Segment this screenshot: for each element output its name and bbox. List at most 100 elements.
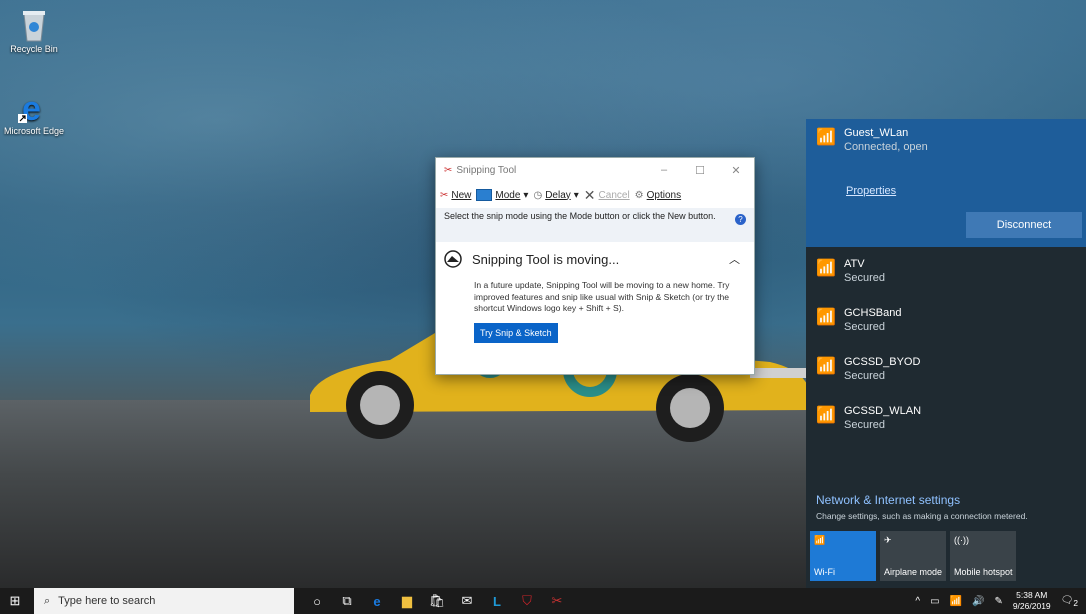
mode-label: Mode — [495, 189, 521, 201]
network-status: Connected, open — [844, 141, 928, 153]
mode-button[interactable]: Mode ▾ — [476, 189, 528, 201]
taskbar-apps: ○ ⧉ e ▆ 🛍 ✉ L ⛉ ✂ — [302, 588, 572, 614]
scissors-icon: ✂ — [444, 164, 453, 176]
network-name: GCSSD_BYOD — [844, 356, 921, 368]
network-settings-link[interactable]: Network & Internet settings — [816, 493, 960, 507]
network-item[interactable]: 📶 ATV Secured — [806, 247, 1086, 296]
clock-date: 9/26/2019 — [1012, 601, 1051, 611]
network-name: Guest_WLan — [844, 127, 909, 139]
properties-link[interactable]: Properties — [846, 185, 896, 197]
help-icon[interactable]: ? — [735, 214, 746, 225]
moving-notice: Snipping Tool is moving... ︿ In a future… — [436, 242, 754, 343]
network-list: 📶 ATV Secured 📶 GCHSBand Secured 📶 GCSSD… — [806, 247, 1086, 443]
network-status: Secured — [844, 272, 885, 284]
wifi-icon: 📶 — [816, 260, 836, 277]
search-icon: ⌕ — [44, 594, 51, 607]
network-status: Secured — [844, 419, 885, 431]
desktop: Recycle Bin e Microsoft Edge ✂ Snipping … — [0, 0, 1086, 588]
snip-sketch-icon — [444, 250, 462, 268]
airplane-icon: ✈ — [884, 535, 892, 545]
clock-icon: ◷ — [533, 189, 543, 201]
toolbar: ✂ New Mode ▾ ◷ Delay ▾ ✕ Cancel ⚙ Option… — [436, 182, 754, 208]
network-name: GCHSBand — [844, 307, 902, 319]
delay-button[interactable]: ◷ Delay ▾ — [533, 190, 578, 201]
wifi-icon: 📶 — [816, 407, 836, 424]
wifi-tile[interactable]: 📶 Wi-Fi — [810, 531, 876, 581]
options-button[interactable]: ⚙ Options — [635, 190, 681, 201]
tile-label: Wi-Fi — [814, 567, 835, 577]
desktop-icon-label: Microsoft Edge — [3, 126, 65, 136]
battery-icon[interactable]: ▭ — [930, 596, 939, 607]
rectangle-mode-icon — [476, 189, 493, 201]
desktop-icon-edge[interactable]: e Microsoft Edge — [2, 90, 66, 136]
close-button[interactable]: ✕ — [718, 164, 754, 177]
file-explorer-icon[interactable]: ▆ — [392, 588, 422, 614]
moving-title: Snipping Tool is moving... — [472, 251, 620, 267]
wifi-icon: 📶 — [816, 309, 836, 326]
network-flyout: 📶 Guest_WLan Connected, open Properties … — [806, 119, 1086, 588]
tile-label: Airplane mode — [884, 567, 943, 577]
network-item[interactable]: 📶 GCHSBand Secured — [806, 296, 1086, 345]
search-placeholder: Type here to search — [58, 595, 156, 607]
hotspot-icon: ((·)) — [954, 535, 969, 545]
app-l-icon[interactable]: L — [482, 588, 512, 614]
network-status: Secured — [844, 370, 885, 382]
wifi-icon: 📶 — [816, 129, 836, 146]
mobile-hotspot-tile[interactable]: ((·)) Mobile hotspot — [950, 531, 1016, 581]
close-icon: ✕ — [583, 186, 596, 203]
snipping-tool-window: ✂ Snipping Tool – ☐ ✕ ✂ New Mode ▾ ◷ Del… — [435, 157, 755, 375]
window-title: Snipping Tool — [456, 164, 517, 176]
new-label: New — [451, 189, 472, 201]
network-item[interactable]: 📶 GCSSD_WLAN Secured — [806, 394, 1086, 443]
cancel-label: Cancel — [598, 189, 630, 201]
clock[interactable]: 5:38 AM 9/26/2019 — [1013, 590, 1051, 612]
chevron-down-icon: ▾ — [573, 189, 579, 201]
mcafee-icon[interactable]: ⛉ — [512, 588, 542, 614]
search-box[interactable]: ⌕ Type here to search — [34, 588, 294, 614]
title-bar[interactable]: ✂ Snipping Tool – ☐ ✕ — [436, 158, 754, 182]
task-view-icon[interactable]: ⧉ — [332, 588, 362, 614]
wifi-icon: 📶 — [814, 535, 826, 545]
network-settings-description: Change settings, such as making a connec… — [816, 511, 1028, 521]
notifications-icon[interactable]: 🗨2 — [1061, 595, 1078, 608]
edge-icon: e — [18, 90, 41, 128]
volume-icon[interactable]: 🔊 — [972, 596, 984, 607]
network-item[interactable]: 📶 GCSSD_BYOD Secured — [806, 345, 1086, 394]
network-name: ATV — [844, 258, 865, 270]
tile-label: Mobile hotspot — [954, 567, 1013, 577]
minimize-button[interactable]: – — [646, 164, 682, 177]
hint-text: Select the snip mode using the Mode butt… — [444, 211, 716, 221]
active-network[interactable]: 📶 Guest_WLan Connected, open Properties … — [806, 119, 1086, 247]
recycle-bin-icon — [23, 11, 45, 42]
desktop-icon-label: Recycle Bin — [10, 44, 58, 54]
chevron-down-icon: ▾ — [523, 189, 529, 201]
desktop-icon-recycle-bin[interactable]: Recycle Bin — [2, 8, 66, 54]
scissors-icon: ✂ — [440, 189, 449, 201]
clock-time: 5:38 AM — [1016, 590, 1048, 600]
wifi-tray-icon[interactable]: 📶 — [950, 596, 962, 607]
airplane-mode-tile[interactable]: ✈ Airplane mode — [880, 531, 946, 581]
hint-bar: Select the snip mode using the Mode butt… — [436, 208, 754, 242]
maximize-button[interactable]: ☐ — [682, 164, 718, 177]
delay-label: Delay — [545, 189, 571, 201]
cortana-icon[interactable]: ○ — [302, 588, 332, 614]
wifi-icon: 📶 — [816, 358, 836, 375]
snipping-tool-taskbar-icon[interactable]: ✂ — [542, 588, 572, 614]
show-hidden-icons-chevron-up-icon[interactable]: ^ — [915, 596, 920, 607]
pen-icon[interactable]: ✎ — [994, 596, 1002, 607]
disconnect-button[interactable]: Disconnect — [966, 212, 1082, 238]
collapse-icon[interactable]: ︿ — [729, 251, 740, 267]
edge-taskbar-icon[interactable]: e — [362, 588, 392, 614]
moving-body: In a future update, Snipping Tool will b… — [474, 280, 730, 313]
taskbar: ⊞ ⌕ Type here to search ○ ⧉ e ▆ 🛍 ✉ L ⛉ … — [0, 588, 1086, 614]
network-status: Secured — [844, 321, 885, 333]
mail-icon[interactable]: ✉ — [452, 588, 482, 614]
notification-count: 2 — [1073, 597, 1078, 608]
options-label: Options — [646, 189, 682, 201]
cancel-button[interactable]: ✕ Cancel — [584, 187, 630, 204]
new-button[interactable]: ✂ New — [440, 190, 471, 201]
start-windows-icon[interactable]: ⊞ — [0, 593, 30, 609]
store-icon[interactable]: 🛍 — [422, 588, 452, 614]
try-snip-sketch-button[interactable]: Try Snip & Sketch — [474, 322, 558, 343]
system-tray: ^ ▭ 📶 🔊 ✎ 5:38 AM 9/26/2019 🗨2 — [915, 590, 1086, 612]
